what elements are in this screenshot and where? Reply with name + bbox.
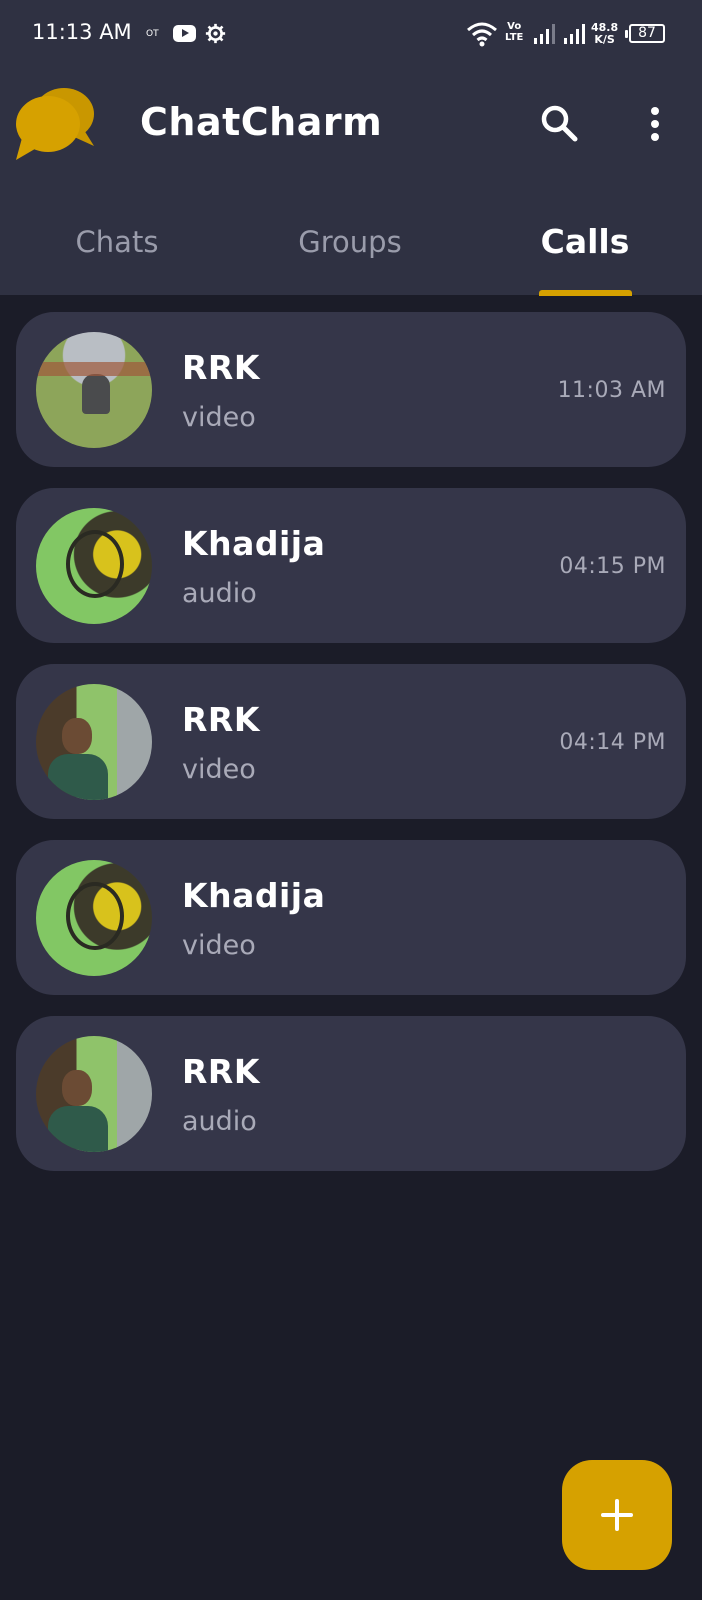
avatar [36,860,152,976]
avatar [36,684,152,800]
call-type: audio [182,1106,257,1137]
avatar [36,508,152,624]
avatar [36,1036,152,1152]
call-type: video [182,754,256,785]
call-time: 04:14 PM [559,730,666,755]
status-time: 11:13 AM [32,20,132,44]
call-list-item[interactable]: Khadija video [16,840,686,995]
call-time: 11:03 AM [557,378,666,403]
tab-chats[interactable]: Chats [42,225,192,259]
chat-bubbles-logo [16,88,94,160]
caller-name: RRK [182,348,260,387]
call-list-item[interactable]: RRK audio [16,1016,686,1171]
caller-name: RRK [182,1052,260,1091]
signal-icon [564,24,585,44]
wifi-icon [467,22,497,47]
volte-indicator: Vo LTE [505,21,524,43]
battery-icon: 87 [625,24,665,43]
avatar [36,332,152,448]
status-bar: 11:13 AM OT Vo LTE 48.8 K/S 87 [0,0,702,72]
tab-calls[interactable]: Calls [510,222,660,261]
plus-icon [601,1499,633,1531]
call-list-item[interactable]: Khadija audio 04:15 PM [16,488,686,643]
call-list-item[interactable]: RRK video 04:14 PM [16,664,686,819]
call-type: video [182,930,256,961]
tab-indicator [539,290,632,296]
network-speed: 48.8 K/S [591,21,619,46]
caller-name: Khadija [182,876,326,915]
call-type: video [182,402,256,433]
new-call-button[interactable] [562,1460,672,1570]
caller-name: Khadija [182,524,326,563]
tab-groups[interactable]: Groups [275,225,425,259]
call-list-item[interactable]: RRK video 11:03 AM [16,312,686,467]
app-title: ChatCharm [140,100,383,144]
gear-icon [205,23,226,44]
status-ot-label: OT [146,29,159,39]
call-time: 04:15 PM [559,554,666,579]
call-type: audio [182,578,257,609]
search-icon[interactable] [538,102,582,146]
signal-icon [534,24,555,44]
caller-name: RRK [182,700,260,739]
youtube-icon [173,25,196,42]
more-vertical-icon[interactable] [640,104,670,148]
